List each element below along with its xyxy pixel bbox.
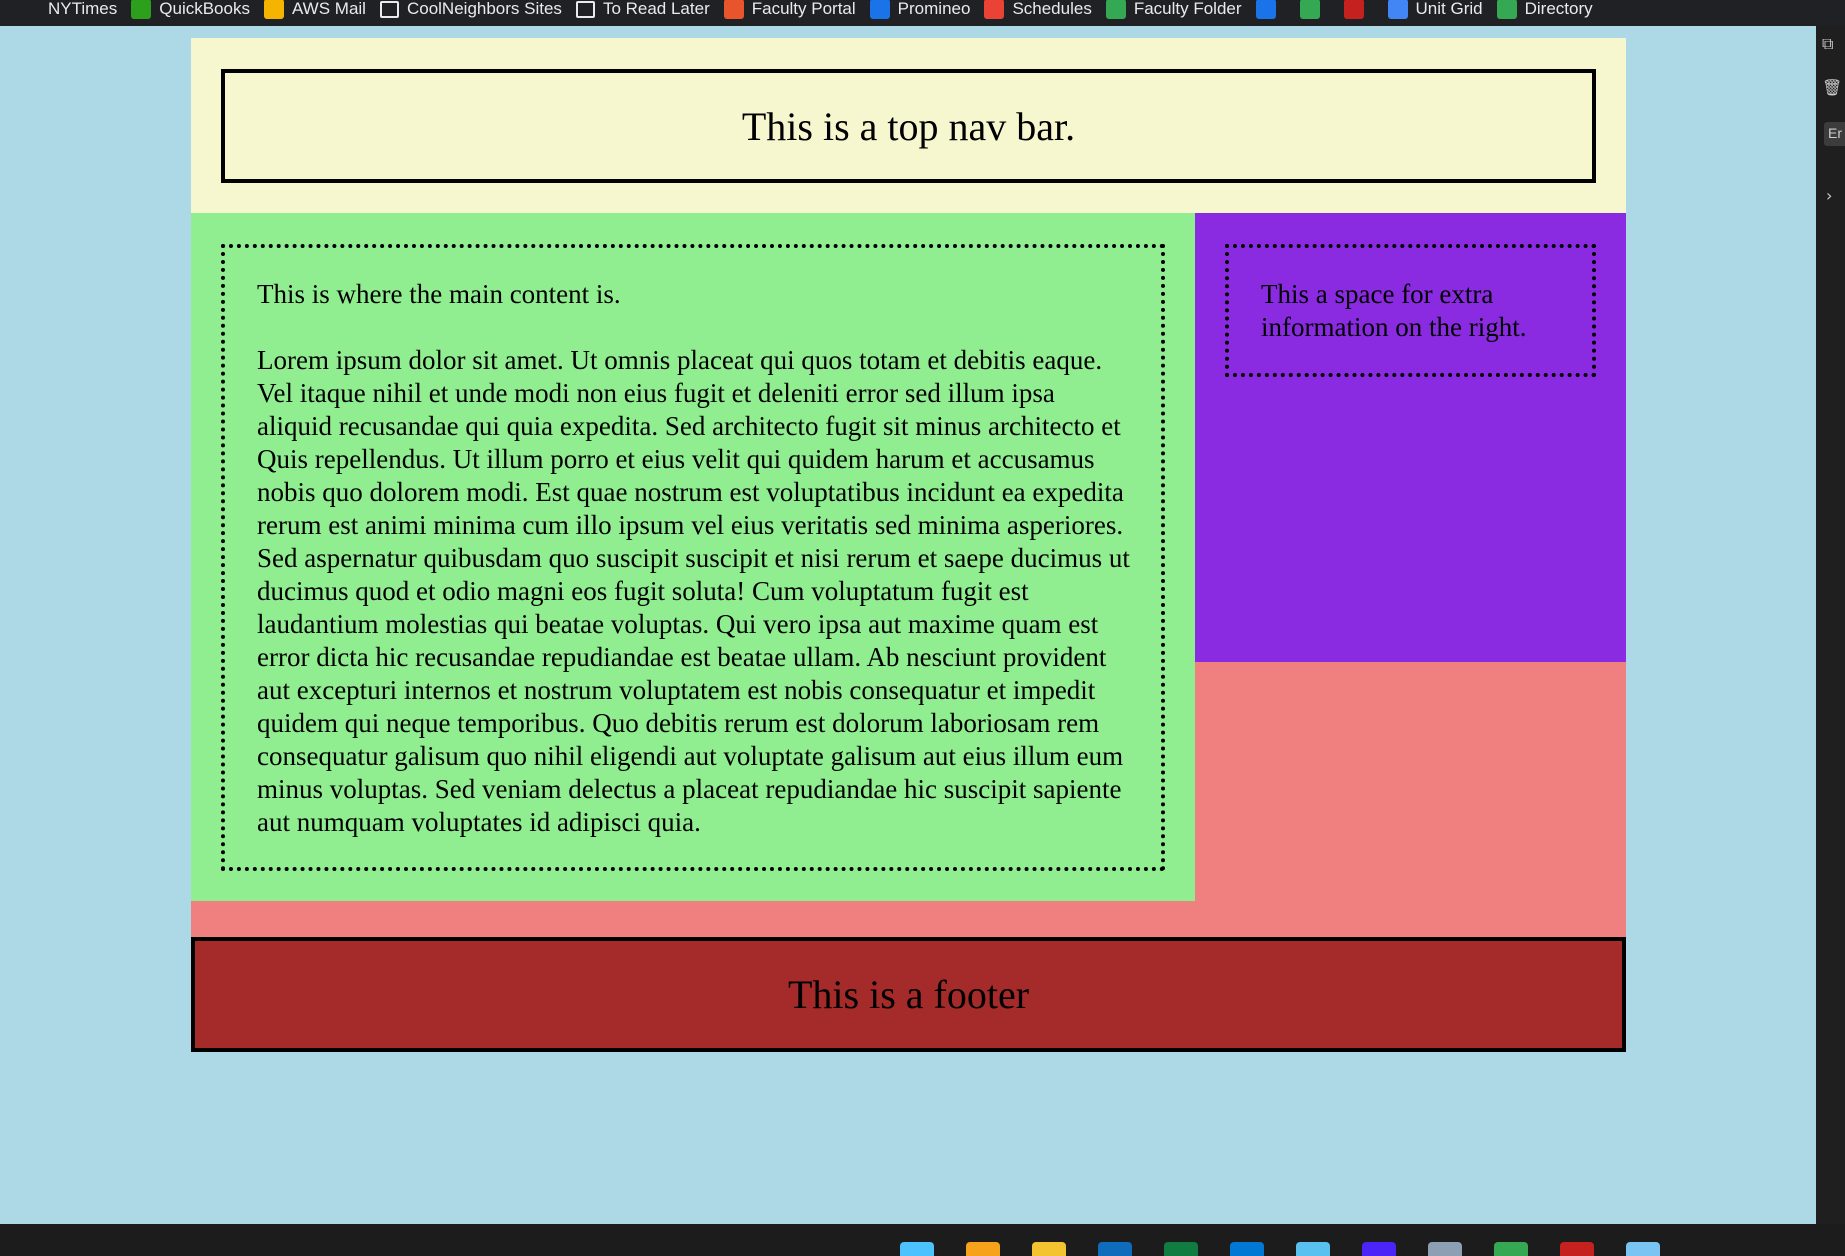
bookmark-item[interactable]: Faculty Folder: [1105, 0, 1256, 22]
bookmark-label: QuickBooks: [159, 0, 250, 18]
bookmark-label: Directory: [1524, 0, 1593, 18]
main-content-box: This is where the main content is. Lorem…: [221, 244, 1165, 871]
bookmark-label: Schedules: [1012, 0, 1092, 18]
bookmark-item[interactable]: To Read Later: [575, 0, 724, 22]
photos-icon[interactable]: [1626, 1242, 1660, 1256]
folder-icon: [263, 0, 284, 19]
folder-outline-icon: [575, 0, 595, 18]
bookmark-item[interactable]: [1255, 0, 1300, 22]
folder-outline-icon: [379, 0, 399, 18]
widgets-icon[interactable]: [966, 1242, 1000, 1256]
bookmark-blue-icon: [1255, 0, 1276, 19]
bookmark-item[interactable]: NYTimes: [20, 0, 131, 22]
promineo-icon: [869, 0, 890, 19]
excel-icon[interactable]: [1164, 1242, 1198, 1256]
bookmark-item[interactable]: [1299, 0, 1344, 22]
footer: This is a footer: [191, 937, 1626, 1052]
quickbooks-icon: [131, 0, 152, 19]
windows-start-icon[interactable]: [900, 1242, 934, 1256]
bookmark-item[interactable]: Schedules: [984, 0, 1105, 22]
bookmark-label: Faculty Folder: [1133, 0, 1242, 18]
content-row: This is where the main content is. Lorem…: [191, 213, 1626, 937]
amazon-icon[interactable]: [1362, 1242, 1396, 1256]
taskbar: [0, 1224, 1845, 1256]
bookmark-label: Unit Grid: [1415, 0, 1483, 18]
bookmark-label: To Read Later: [602, 0, 710, 18]
bookmark-label: Faculty Portal: [751, 0, 856, 18]
side-panel-strip: ⧉ 🗑 Er ›: [1816, 26, 1845, 1224]
bookmark-item[interactable]: Faculty Portal: [723, 0, 870, 22]
aside-box: This a space for extra information on th…: [1225, 244, 1596, 377]
bookmark-item[interactable]: QuickBooks: [131, 0, 264, 22]
bookmark-item[interactable]: [1343, 0, 1388, 22]
bookmark-label: CoolNeighbors Sites: [406, 0, 562, 18]
app-red-icon[interactable]: [1560, 1242, 1594, 1256]
top-nav-bar: This is a top nav bar.: [221, 69, 1596, 183]
trash-icon[interactable]: 🗑: [1822, 78, 1844, 100]
outlook-icon[interactable]: [1098, 1242, 1132, 1256]
aside-text: This a space for extra information on th…: [1261, 279, 1527, 342]
bookmark-item[interactable]: Unit Grid: [1387, 0, 1497, 22]
main-body-text: Lorem ipsum dolor sit amet. Ut omnis pla…: [257, 345, 1130, 837]
bookmark-item[interactable]: Directory: [1496, 0, 1607, 22]
bookmarks-bar: NYTimes QuickBooks AWS Mail CoolNeighbors S…: [0, 0, 1845, 26]
calculator-icon[interactable]: [1428, 1242, 1462, 1256]
page-container: This is a top nav bar. This is where the…: [191, 38, 1626, 1052]
vscode-icon[interactable]: [1230, 1242, 1264, 1256]
footer-text: This is a footer: [787, 972, 1030, 1017]
main-intro-text: This is where the main content is.: [257, 279, 621, 309]
main-content: This is where the main content is. Lorem…: [191, 213, 1195, 901]
chrome-icon[interactable]: [1494, 1242, 1528, 1256]
nav-text: This is a top nav bar.: [741, 103, 1076, 149]
aside-panel: This a space for extra information on th…: [1195, 213, 1626, 662]
google-docs-icon: [1387, 0, 1408, 19]
bookmark-label: Promineo: [897, 0, 971, 18]
leaf-icon: [1299, 0, 1320, 19]
header: This is a top nav bar.: [191, 38, 1626, 213]
language-button[interactable]: Er: [1824, 122, 1845, 146]
close-icon[interactable]: ›: [1826, 186, 1845, 208]
bookmark-item[interactable]: Promineo: [869, 0, 985, 22]
google-drive-icon: [1105, 0, 1126, 19]
file-explorer-icon[interactable]: [1032, 1242, 1066, 1256]
plus-icon: [1496, 0, 1517, 19]
calendar-icon: [984, 0, 1005, 19]
inspect-icon[interactable]: ⧉: [1822, 34, 1844, 56]
faculty-portal-icon: [723, 0, 744, 19]
bookmark-red-icon: [1343, 0, 1364, 19]
bookmark-label: AWS Mail: [291, 0, 366, 18]
bookmark-item[interactable]: CoolNeighbors Sites: [379, 0, 576, 22]
bookmark-label: NYTimes: [48, 0, 118, 18]
nytimes-icon: [20, 0, 40, 19]
bookmark-item[interactable]: AWS Mail: [263, 0, 380, 22]
notepad-icon[interactable]: [1296, 1242, 1330, 1256]
